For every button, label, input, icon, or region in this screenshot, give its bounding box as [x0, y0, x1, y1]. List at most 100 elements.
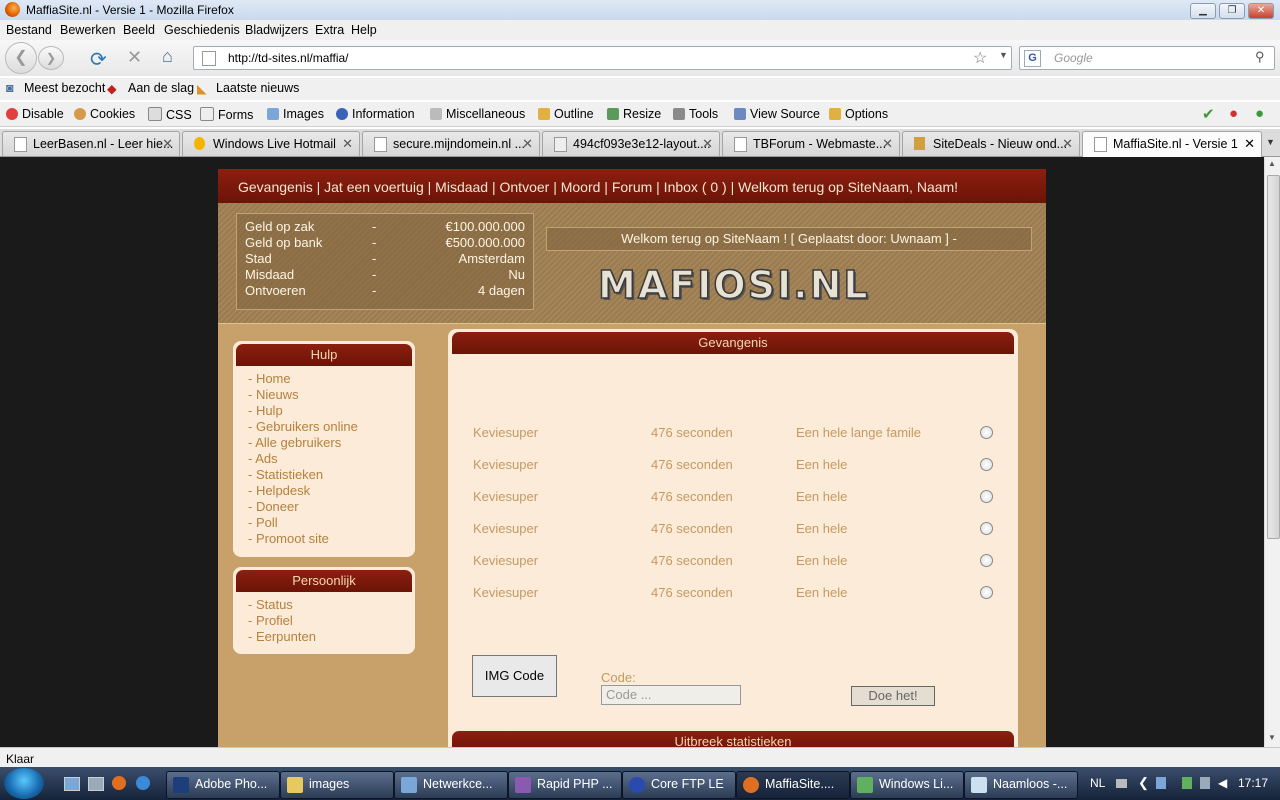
close-tab-icon[interactable]: ✕ [1062, 136, 1073, 152]
taskbar-rapid-php[interactable]: Rapid PHP ... [508, 771, 622, 799]
minimize-button[interactable]: ▁ [1190, 3, 1216, 19]
prisoner-radio[interactable] [980, 426, 993, 439]
dev-disable[interactable]: Disable [6, 107, 64, 121]
bookmark-meest-bezocht[interactable]: Meest bezocht [24, 81, 105, 95]
hulp-link-doneer[interactable]: - Doneer [248, 499, 299, 514]
url-text[interactable]: http://td-sites.nl/maffia/ [228, 51, 349, 65]
tab-mijndomein[interactable]: secure.mijndomein.nl ... ✕ [362, 131, 540, 156]
menu-geschiedenis[interactable]: Geschiedenis [164, 23, 240, 37]
dev-images[interactable]: Images [267, 107, 324, 121]
show-desktop-icon[interactable] [64, 777, 80, 791]
hulp-link-home[interactable]: - Home [248, 371, 291, 386]
tab-leerbasen[interactable]: LeerBasen.nl - Leer hie... ✕ [2, 131, 180, 156]
firefox-quicklaunch-icon[interactable] [112, 776, 126, 790]
stop-icon[interactable]: ✕ [127, 47, 142, 68]
url-dropdown-icon[interactable]: ▼ [999, 50, 1008, 60]
dev-information[interactable]: Information [336, 107, 415, 121]
close-tab-icon[interactable]: ✕ [882, 136, 893, 152]
dev-miscellaneous[interactable]: Miscellaneous [430, 107, 525, 121]
dev-forms[interactable]: Forms [200, 107, 253, 122]
dev-resize[interactable]: Resize [607, 107, 661, 121]
top-nav-links[interactable]: Gevangenis | Jat een voertuig | Misdaad … [238, 179, 958, 195]
search-engine-icon[interactable]: G [1024, 50, 1041, 67]
switch-windows-icon[interactable] [88, 777, 104, 791]
dev-outline[interactable]: Outline [538, 107, 594, 121]
dev-tools[interactable]: Tools [673, 107, 718, 121]
volume-icon[interactable]: ◀ [1218, 776, 1227, 790]
keyboard-icon[interactable] [1116, 779, 1127, 788]
menu-bestand[interactable]: Bestand [6, 23, 52, 37]
menu-bewerken[interactable]: Bewerken [60, 23, 116, 37]
menu-bladwijzers[interactable]: Bladwijzers [245, 23, 308, 37]
hulp-link-hulp[interactable]: - Hulp [248, 403, 283, 418]
scroll-down-icon[interactable]: ▼ [1268, 733, 1276, 742]
language-indicator[interactable]: NL [1090, 776, 1105, 790]
url-bar[interactable]: http://td-sites.nl/maffia/ ☆ ▼ [193, 46, 1012, 70]
close-tab-icon[interactable]: ✕ [342, 136, 353, 152]
taskbar-photoshop[interactable]: Adobe Pho... [166, 771, 280, 799]
hulp-link-gebruikers-online[interactable]: - Gebruikers online [248, 419, 358, 434]
search-placeholder[interactable]: Google [1054, 51, 1093, 65]
validate-ok-icon[interactable]: ✔ [1202, 105, 1215, 123]
doe-het-button[interactable]: Doe het! [851, 686, 935, 706]
back-button[interactable]: ❮ [5, 42, 37, 74]
bookmark-star-icon[interactable]: ☆ [973, 48, 987, 68]
clock[interactable]: 17:17 [1238, 776, 1268, 790]
check-icon[interactable]: ● [1255, 105, 1264, 122]
close-tab-icon[interactable]: ✕ [1244, 136, 1255, 152]
hulp-link-poll[interactable]: - Poll [248, 515, 278, 530]
dev-cookies[interactable]: Cookies [74, 107, 135, 121]
start-button[interactable] [4, 768, 44, 799]
prisoner-radio[interactable] [980, 554, 993, 567]
bookmark-aan-de-slag[interactable]: Aan de slag [128, 81, 194, 95]
tab-list-icon[interactable]: ▼ [1266, 137, 1275, 147]
tray-icon-1[interactable] [1156, 777, 1166, 789]
hulp-link-statistieken[interactable]: - Statistieken [248, 467, 323, 482]
hulp-link-alle-gebruikers[interactable]: - Alle gebruikers [248, 435, 341, 450]
menu-beeld[interactable]: Beeld [123, 23, 155, 37]
close-tab-icon[interactable]: ✕ [702, 136, 713, 152]
dev-view-source[interactable]: View Source [734, 107, 820, 121]
hulp-link-promoot-site[interactable]: - Promoot site [248, 531, 329, 546]
dev-css[interactable]: CSS [148, 107, 192, 122]
tab-sitedeals[interactable]: SiteDeals - Nieuw ond... ✕ [902, 131, 1080, 156]
maximize-button[interactable]: ❐ [1219, 3, 1245, 19]
taskbar-core-ftp[interactable]: Core FTP LE [622, 771, 736, 799]
persoonlijk-link-profiel[interactable]: - Profiel [248, 613, 293, 628]
tab-layout[interactable]: 494cf093e3e12-layout.... ✕ [542, 131, 720, 156]
menu-extra[interactable]: Extra [315, 23, 344, 37]
menu-help[interactable]: Help [351, 23, 377, 37]
hulp-link-helpdesk[interactable]: - Helpdesk [248, 483, 310, 498]
home-icon[interactable]: ⌂ [162, 46, 173, 67]
bookmark-laatste-nieuws[interactable]: Laatste nieuws [216, 81, 299, 95]
prisoner-radio[interactable] [980, 586, 993, 599]
page-scrollbar[interactable]: ▲ ▼ [1264, 157, 1280, 747]
reload-icon[interactable]: ⟳ [90, 47, 107, 72]
ie-quicklaunch-icon[interactable] [136, 776, 150, 790]
scroll-thumb[interactable] [1267, 175, 1280, 539]
tray-icon-2[interactable] [1182, 777, 1192, 789]
prisoner-radio[interactable] [980, 458, 993, 471]
code-input[interactable]: Code ... [601, 685, 741, 705]
scroll-up-icon[interactable]: ▲ [1268, 159, 1276, 168]
taskbar-maffiasite[interactable]: MaffiaSite.... [736, 771, 850, 799]
persoonlijk-link-status[interactable]: - Status [248, 597, 293, 612]
tray-expand-icon[interactable]: ❮ [1138, 775, 1149, 791]
persoonlijk-link-eerpunten[interactable]: - Eerpunten [248, 629, 316, 644]
prisoner-radio[interactable] [980, 522, 993, 535]
taskbar-naamloos[interactable]: Naamloos -... [964, 771, 1078, 799]
forward-button[interactable]: ❯ [38, 46, 64, 70]
prisoner-radio[interactable] [980, 490, 993, 503]
close-window-button[interactable]: ✕ [1248, 3, 1274, 19]
dev-options[interactable]: Options [829, 107, 888, 121]
hulp-link-ads[interactable]: - Ads [248, 451, 278, 466]
taskbar-images[interactable]: images [280, 771, 394, 799]
search-icon[interactable]: ⚲ [1255, 49, 1265, 65]
search-bar[interactable]: G Google ⚲ [1019, 46, 1275, 70]
close-tab-icon[interactable]: ✕ [162, 136, 173, 152]
tab-tbforum[interactable]: TBForum - Webmaste... ✕ [722, 131, 900, 156]
taskbar-netwerkcentrum[interactable]: Netwerkce... [394, 771, 508, 799]
tab-hotmail[interactable]: Windows Live Hotmail ✕ [182, 131, 360, 156]
network-tray-icon[interactable] [1200, 777, 1210, 789]
taskbar-windows-live[interactable]: Windows Li... [850, 771, 964, 799]
